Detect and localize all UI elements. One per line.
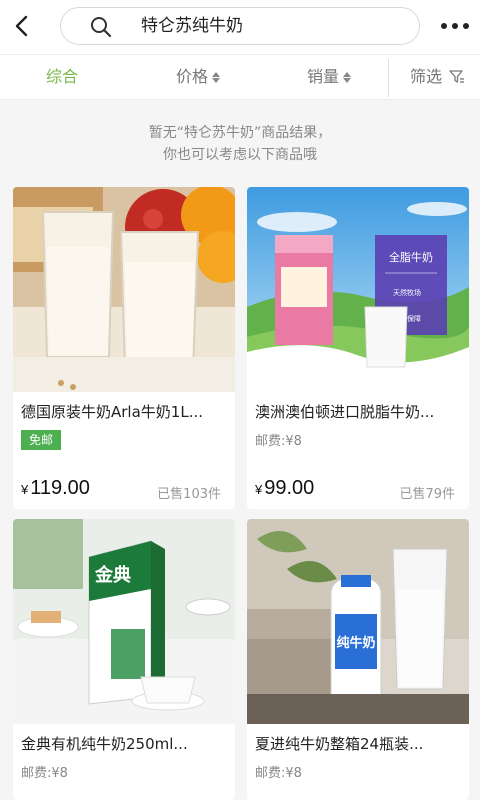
sort-icon [212,71,221,83]
more-button[interactable] [438,14,472,38]
product-image: 金典 [13,519,235,724]
free-shipping-badge: 免邮 [21,430,61,450]
search-input[interactable]: 特仑苏纯牛奶 [60,7,420,45]
shipping-fee: 邮费:¥8 [255,434,302,449]
price-currency: ¥ [255,482,263,497]
notice-line: 暂无“特仑苏牛奶”商品结果， [148,125,332,141]
tab-price[interactable]: 价格 [176,55,221,99]
brand-text: 金典 [94,564,131,586]
divider [388,59,389,97]
search-query: 特仑苏纯牛奶 [141,16,243,36]
tab-label: 筛选 [410,67,443,86]
product-card[interactable]: 纯牛奶 夏进纯牛奶整箱24瓶装... 邮费:¥8 [247,519,469,800]
product-title: 澳洲澳伯顿进口脱脂牛奶... [255,403,435,421]
filter-bar: 综合 价格 销量 筛选 [0,54,480,100]
sold-count: 已售79件 [399,487,455,502]
product-image [13,187,235,392]
shipping-fee: 邮费:¥8 [255,766,302,781]
price-value: 99.00 [264,477,315,499]
tab-label: 销量 [307,67,340,86]
price-currency: ¥ [21,482,29,497]
product-image: 纯牛奶 [247,519,469,724]
tab-filter[interactable]: 筛选 [410,55,465,99]
back-button[interactable] [6,10,38,42]
product-title: 德国原装牛奶Arla牛奶1L... [21,403,203,421]
tab-label: 综合 [46,67,79,86]
sold-count: 已售103件 [157,487,221,502]
chevron-left-icon [15,15,28,37]
product-title: 金典有机纯牛奶250ml... [21,735,188,753]
no-result-notice: 暂无“特仑苏牛奶”商品结果， 你也可以考虑以下商品哦 [0,122,480,166]
product-image: 全脂牛奶 天然牧场 品质保障 [247,187,469,392]
shipping-fee: 邮费:¥8 [21,766,68,781]
product-title: 夏进纯牛奶整箱24瓶装... [255,735,424,753]
header-bar: 特仑苏纯牛奶 [0,0,480,54]
product-price: ¥99.00 [255,477,314,500]
pack-label: 全脂牛奶 [389,250,433,264]
filter-icon [449,70,465,83]
product-card[interactable]: 金典 金典有机纯牛奶250ml... 邮费:¥8 [13,519,235,800]
product-card[interactable]: 德国原装牛奶Arla牛奶1L... 免邮 ¥119.00 已售103件 [13,187,235,509]
tab-label: 价格 [176,67,209,86]
product-card[interactable]: 全脂牛奶 天然牧场 品质保障 澳洲澳伯顿进口脱脂牛奶... 邮费:¥8 ¥99.… [247,187,469,509]
product-price: ¥119.00 [21,477,90,500]
tab-comprehensive[interactable]: 综合 [46,55,78,99]
price-value: 119.00 [30,477,90,499]
pack-feature: 天然牧场 [393,288,421,297]
tab-sales[interactable]: 销量 [307,55,352,99]
sort-icon [343,71,352,83]
search-icon [91,17,112,38]
bottle-label: 纯牛奶 [336,635,375,651]
more-horizontal-icon [441,23,469,29]
notice-line: 你也可以考虑以下商品哦 [163,147,317,163]
